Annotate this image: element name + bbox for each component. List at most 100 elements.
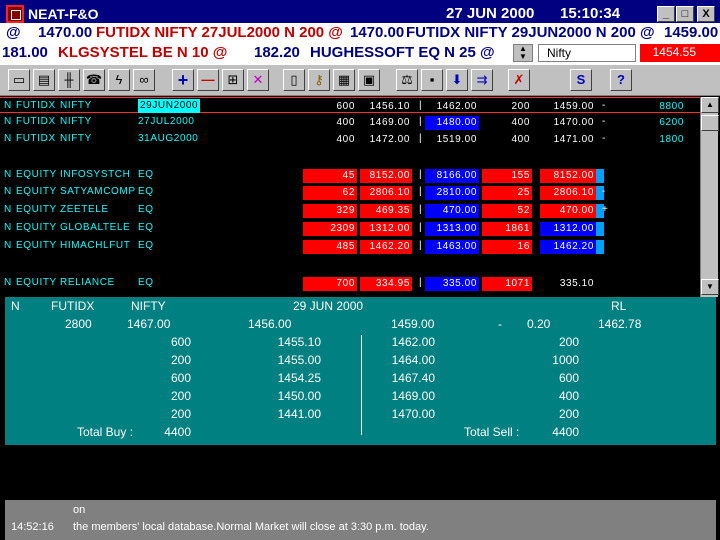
row-series: 29JUN2000 [138, 99, 200, 113]
market-watch-row[interactable]: N FUTIDX NIFTY 29JUN2000 600 1456.10 | 1462.00 2… [0, 97, 700, 113]
row-volume [630, 222, 684, 236]
market-watch-row[interactable]: N EQUITY SATYAMCOMP EQ 62 2806.10 | 2810.00 25 28… [0, 184, 700, 200]
minimize-button[interactable]: _ [657, 6, 675, 22]
maximize-button[interactable]: □ [676, 6, 694, 22]
market-time: 15:10:34 [560, 5, 621, 22]
scroll-down-icon[interactable]: ▼ [701, 279, 719, 295]
scroll-thumb[interactable] [701, 115, 719, 131]
save-icon[interactable]: ▪ [421, 69, 443, 91]
close-button[interactable]: X [697, 6, 715, 22]
ask-qty: 600 [558, 371, 579, 385]
row-series: EQ [138, 186, 154, 197]
row-sell-qty: 400 [511, 134, 530, 145]
row-sell-qty: 52 [482, 204, 532, 218]
portfolio-icon[interactable]: ▤ [33, 69, 55, 91]
row-buy-price: 1469.00 [369, 117, 410, 128]
ticker1-desc-2: FUTIDX NIFTY 29JUN2000 N 200 @ [406, 24, 655, 41]
s-icon[interactable]: S [570, 69, 592, 91]
bid-qty: 200 [170, 407, 191, 421]
change-marker-icon [596, 222, 604, 236]
row-buy-price: 8152.00 [360, 169, 412, 183]
row-symbol: GLOBALTELE [60, 222, 131, 233]
ask-price: 1464.00 [391, 353, 435, 367]
row-buy-price: 1472.00 [369, 134, 410, 145]
app-title: NEAT-F&O [28, 6, 99, 22]
depth-summary-atp: 1462.78 [598, 317, 642, 331]
scale-icon[interactable]: ⚖ [396, 69, 418, 91]
market-watch-row[interactable]: N FUTIDX NIFTY 27JUL2000 400 1469.00 | 1480.00 4… [0, 114, 700, 130]
row-type: N [4, 222, 12, 233]
row-instrument: EQUITY [16, 169, 57, 180]
market-watch-row[interactable]: N FUTIDX NIFTY 31AUG2000 400 1472.00 | 1519.00 4… [0, 131, 700, 147]
market-watch-row[interactable]: N EQUITY HIMACHLFUT EQ 485 1462.20 | 1463.00 16 1… [0, 238, 700, 254]
row-buy-qty: 2309 [303, 222, 357, 236]
row-last-price: 1312.00 [540, 222, 596, 236]
row-sell-price: 1480.00 [425, 116, 479, 130]
row-volume: 1800 [659, 134, 684, 145]
ticker2-desc-2: HUGHESSOFT EQ N 25 @ [310, 44, 495, 61]
depth-symbol: NIFTY [131, 299, 166, 313]
app-logo-icon [6, 5, 24, 23]
row-sell-qty: 1861 [482, 222, 532, 236]
download-icon[interactable]: ⬇ [446, 69, 468, 91]
row-volume [630, 240, 684, 254]
market-watch-grid: N FUTIDX NIFTY 29JUN2000 600 1456.10 | 1462.00 2… [0, 97, 700, 297]
row-buy-price: 469.35 [360, 204, 412, 218]
lightning-icon[interactable]: ϟ [108, 69, 130, 91]
minus-icon[interactable]: — [197, 69, 219, 91]
market-watch-row[interactable]: N EQUITY GLOBALTELE EQ 2309 1312.00 | 1313.00 18… [0, 220, 700, 236]
market-watch-scrollbar[interactable]: ▲ ▼ [700, 97, 719, 297]
row-series: EQ [138, 240, 154, 251]
row-type: N [4, 133, 12, 144]
row-buy-price: 2806.10 [360, 186, 412, 200]
market-watch-row[interactable]: N EQUITY RELIANCE EQ 700 334.95 | 335.00 1071 335… [0, 275, 700, 291]
bid-price: 1454.25 [277, 371, 321, 385]
binoculars-icon[interactable]: ∞ [133, 69, 155, 91]
phone-icon[interactable]: ☎ [83, 69, 105, 91]
market-watch-row[interactable]: N EQUITY ZEETELE EQ 329 469.35 | 470.00 52 470.00… [0, 202, 700, 218]
row-buy-qty: 700 [303, 277, 357, 291]
exit-icon[interactable]: ✗ [508, 69, 530, 91]
window-icon[interactable]: ▭ [8, 69, 30, 91]
message-line-2: the members' local database.Normal Marke… [73, 521, 429, 533]
index-selector[interactable]: Nifty [538, 44, 636, 62]
row-symbol: HIMACHLFUT [60, 240, 131, 251]
row-type: N [4, 169, 12, 180]
message-line-1: on [73, 504, 86, 516]
row-type: N [4, 277, 12, 288]
row-change: - [602, 116, 606, 127]
row-sell-qty: 200 [511, 101, 530, 112]
ticker2-price-2: 182.20 [254, 44, 300, 61]
book-icon[interactable]: ▯ [283, 69, 305, 91]
depth-divider [361, 335, 362, 435]
index-spinner[interactable]: ▲ ▼ [513, 44, 533, 62]
row-series: EQ [138, 222, 154, 233]
row-buy-qty: 400 [336, 117, 355, 128]
ask-price: 1470.00 [391, 407, 435, 421]
index-value: 1454.55 [640, 44, 720, 62]
row-last-price: 1471.00 [553, 134, 594, 145]
row-buy-qty: 45 [303, 169, 357, 183]
blank-area [5, 445, 716, 500]
row-symbol: NIFTY [60, 100, 92, 111]
modify-icon[interactable]: ⊞ [222, 69, 244, 91]
orders-icon[interactable]: ▦ [333, 69, 355, 91]
cancel-icon[interactable]: ✕ [247, 69, 269, 91]
transfer-icon[interactable]: ⇉ [471, 69, 493, 91]
chart-icon[interactable]: ╫ [58, 69, 80, 91]
trades-icon[interactable]: ▣ [358, 69, 380, 91]
help-icon[interactable]: ? [610, 69, 632, 91]
depth-summary-close: 1459.00 [391, 317, 435, 331]
key-icon[interactable]: ⚷ [308, 69, 330, 91]
row-type: N [4, 204, 12, 215]
scroll-up-icon[interactable]: ▲ [701, 97, 719, 113]
row-volume [630, 277, 684, 291]
market-watch-row[interactable]: N EQUITY INFOSYSTCH EQ 45 8152.00 | 8166.00 155 8… [0, 167, 700, 183]
row-instrument: FUTIDX [16, 100, 56, 111]
plus-icon[interactable]: + [172, 69, 194, 91]
row-series: EQ [138, 169, 154, 180]
depth-summary-low: 1456.00 [248, 317, 292, 331]
bid-qty: 200 [170, 353, 191, 367]
row-separator: | [419, 116, 423, 127]
row-buy-qty: 329 [303, 204, 357, 218]
